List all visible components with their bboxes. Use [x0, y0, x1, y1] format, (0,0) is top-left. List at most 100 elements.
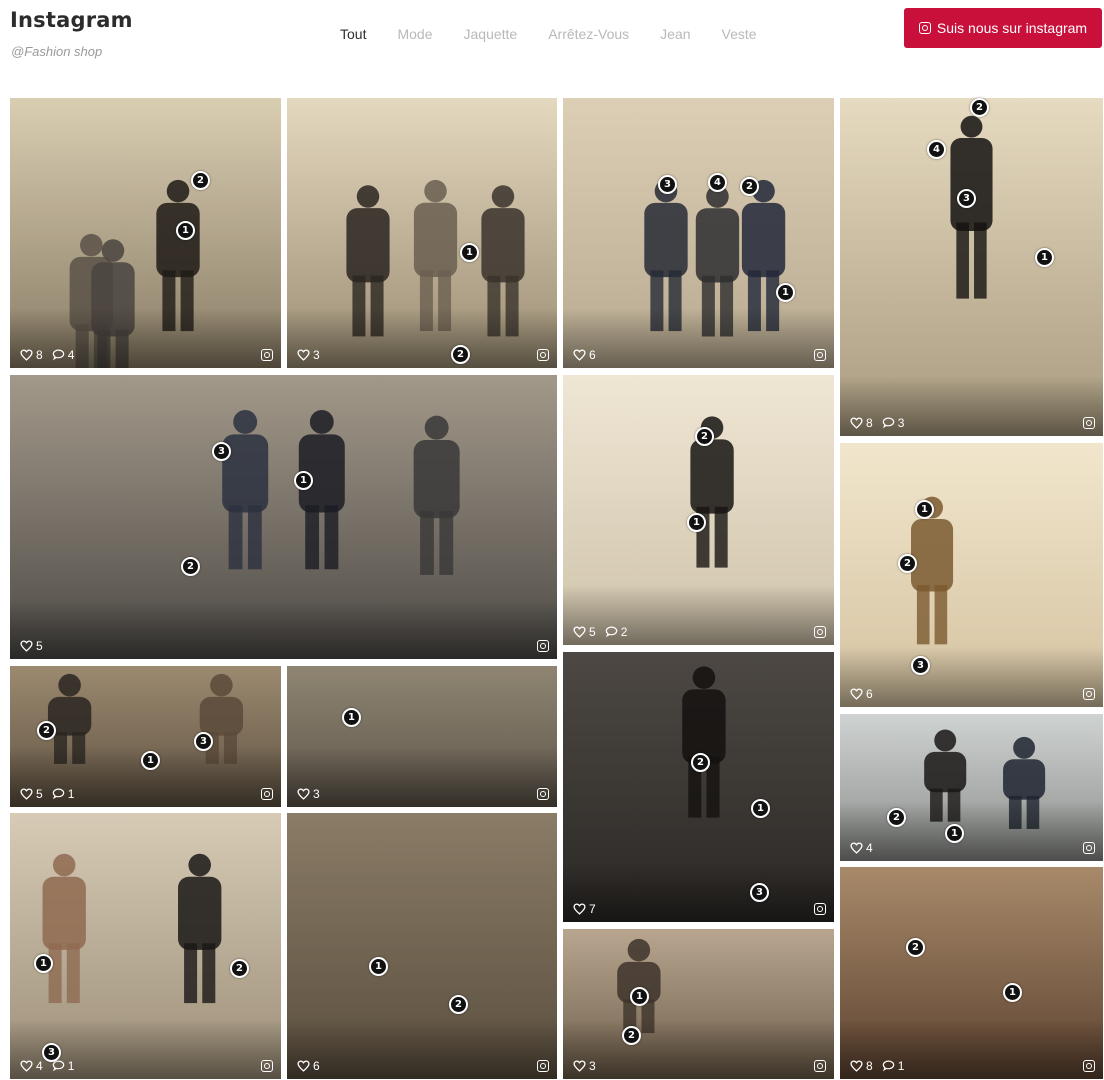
product-hotspot[interactable]: 2	[898, 554, 917, 573]
product-hotspot[interactable]: 2	[451, 345, 470, 364]
post-group-bicycle[interactable]: 3	[287, 98, 557, 368]
like-count[interactable]: 8	[850, 1059, 873, 1073]
post-shade	[10, 599, 557, 659]
instagram-icon[interactable]	[537, 640, 549, 652]
like-count[interactable]: 5	[573, 625, 596, 639]
instagram-icon[interactable]	[814, 626, 826, 638]
post-woman-street[interactable]: 3	[563, 929, 834, 1079]
comment-count[interactable]: 3	[882, 416, 904, 430]
instagram-icon[interactable]	[814, 1060, 826, 1072]
post-flatlay-glasses[interactable]: 3	[287, 666, 557, 807]
product-hotspot[interactable]: 1	[1003, 983, 1022, 1002]
like-count[interactable]: 6	[850, 687, 873, 701]
instagram-icon[interactable]	[261, 1060, 273, 1072]
product-hotspot[interactable]: 2	[887, 808, 906, 827]
product-hotspot[interactable]: 3	[194, 732, 213, 751]
like-count[interactable]: 5	[20, 787, 43, 801]
instagram-icon[interactable]	[1083, 688, 1095, 700]
post-shoes-tie-camera[interactable]: 6	[287, 813, 557, 1079]
product-hotspot[interactable]: 1	[776, 283, 795, 302]
product-hotspot[interactable]: 2	[622, 1026, 641, 1045]
instagram-icon[interactable]	[1083, 1060, 1095, 1072]
heart-icon	[297, 1060, 310, 1072]
product-hotspot[interactable]: 1	[630, 987, 649, 1006]
filter-tout[interactable]: Tout	[340, 26, 366, 42]
product-hotspot[interactable]: 1	[34, 954, 53, 973]
heart-icon	[20, 349, 33, 361]
filter-arretez-vous[interactable]: Arrêtez-Vous	[548, 26, 629, 42]
like-count[interactable]: 8	[20, 348, 43, 362]
like-count[interactable]: 4	[20, 1059, 43, 1073]
product-hotspot[interactable]: 2	[695, 427, 714, 446]
product-hotspot[interactable]: 1	[915, 500, 934, 519]
comment-count[interactable]: 1	[882, 1059, 904, 1073]
post-man-black-suit[interactable]: 83	[840, 98, 1103, 436]
like-count[interactable]: 5	[20, 639, 43, 653]
instagram-icon[interactable]	[1083, 842, 1095, 854]
post-business-walk[interactable]: 5	[10, 375, 557, 659]
product-hotspot[interactable]: 2	[191, 171, 210, 190]
comment-count[interactable]: 4	[52, 348, 74, 362]
instagram-icon[interactable]	[261, 349, 273, 361]
product-hotspot[interactable]: 1	[342, 708, 361, 727]
post-leather-bag[interactable]: 81	[840, 867, 1103, 1079]
product-hotspot[interactable]: 3	[42, 1043, 61, 1062]
filter-mode[interactable]: Mode	[397, 26, 432, 42]
like-count[interactable]: 3	[297, 348, 320, 362]
product-hotspot[interactable]: 1	[369, 957, 388, 976]
like-count[interactable]: 4	[850, 841, 873, 855]
instagram-icon[interactable]	[537, 788, 549, 800]
product-hotspot[interactable]: 2	[37, 721, 56, 740]
product-hotspot[interactable]: 1	[751, 799, 770, 818]
post-two-women-columns[interactable]: 41	[10, 813, 281, 1079]
product-hotspot[interactable]: 1	[945, 824, 964, 843]
product-hotspot[interactable]: 3	[911, 656, 930, 675]
filter-jean[interactable]: Jean	[660, 26, 690, 42]
instagram-icon[interactable]	[537, 349, 549, 361]
product-hotspot[interactable]: 2	[906, 938, 925, 957]
product-hotspot[interactable]: 2	[449, 995, 468, 1014]
like-count-value: 3	[313, 348, 320, 362]
product-hotspot[interactable]: 1	[141, 751, 160, 770]
instagram-icon[interactable]	[1083, 417, 1095, 429]
product-hotspot[interactable]: 2	[230, 959, 249, 978]
like-count[interactable]: 6	[573, 348, 596, 362]
post-three-men-suits[interactable]: 6	[563, 98, 834, 368]
product-hotspot[interactable]: 1	[176, 221, 195, 240]
product-hotspot[interactable]: 1	[687, 513, 706, 532]
product-hotspot[interactable]: 4	[927, 140, 946, 159]
product-hotspot[interactable]: 3	[957, 189, 976, 208]
like-count[interactable]: 7	[573, 902, 596, 916]
product-hotspot[interactable]: 2	[181, 557, 200, 576]
product-hotspot[interactable]: 2	[740, 177, 759, 196]
comment-count[interactable]: 2	[605, 625, 627, 639]
like-count[interactable]: 3	[573, 1059, 596, 1073]
post-street-crossing[interactable]: 4	[840, 714, 1103, 861]
post-woman-leather-jacket[interactable]: 7	[563, 652, 834, 922]
post-man-photo-wall[interactable]: 52	[563, 375, 834, 645]
post-woman-phone[interactable]: 84	[10, 98, 281, 368]
like-count[interactable]: 8	[850, 416, 873, 430]
follow-instagram-button[interactable]: Suis nous sur instagram	[904, 8, 1102, 48]
instagram-icon[interactable]	[537, 1060, 549, 1072]
like-count[interactable]: 6	[297, 1059, 320, 1073]
product-hotspot[interactable]: 1	[460, 243, 479, 262]
instagram-icon[interactable]	[261, 788, 273, 800]
product-hotspot[interactable]: 3	[212, 442, 231, 461]
comment-count[interactable]: 1	[52, 787, 74, 801]
instagram-icon[interactable]	[814, 903, 826, 915]
product-hotspot[interactable]: 2	[970, 98, 989, 117]
product-hotspot[interactable]: 3	[658, 175, 677, 194]
product-hotspot[interactable]: 3	[750, 883, 769, 902]
like-count[interactable]: 3	[297, 787, 320, 801]
product-hotspot[interactable]: 4	[708, 173, 727, 192]
filter-veste[interactable]: Veste	[722, 26, 757, 42]
instagram-icon[interactable]	[814, 349, 826, 361]
post-man-columns[interactable]: 6	[840, 443, 1103, 707]
product-hotspot[interactable]: 1	[294, 471, 313, 490]
product-hotspot[interactable]: 1	[1035, 248, 1054, 267]
like-count-value: 6	[313, 1059, 320, 1073]
like-count-value: 4	[866, 841, 873, 855]
product-hotspot[interactable]: 2	[691, 753, 710, 772]
filter-jaquette[interactable]: Jaquette	[464, 26, 518, 42]
